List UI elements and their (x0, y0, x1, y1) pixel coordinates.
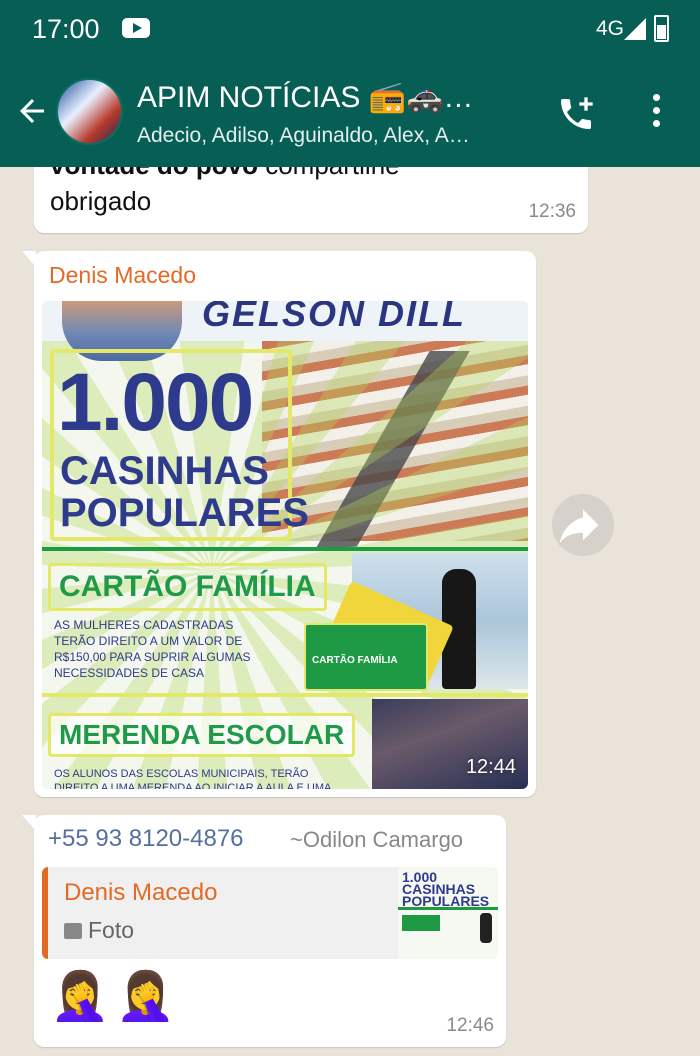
sender-name[interactable]: Denis Macedo (49, 262, 196, 289)
poster-divider (42, 693, 528, 697)
poster-card-text: AS MULHERES CADASTRADAS TERÃO DIREITO A … (54, 618, 251, 680)
poster-meal-text: OS ALUNOS DAS ESCOLAS MUNICIPAIS, TERÃO … (54, 768, 331, 789)
thumbnail-person (480, 913, 492, 943)
message-bubble[interactable]: vontade do povo compartilhe obrigado 12:… (34, 167, 588, 233)
group-title[interactable]: APIM NOTÍCIAS 📻🚓… (137, 80, 517, 115)
poster-line1: CASINHAS (60, 449, 269, 493)
thumbnail-divider (398, 907, 498, 910)
signal-icon (624, 18, 646, 40)
image-message-bubble[interactable]: Denis Macedo GELSON DILL 1.000 CASINHAS … (22, 251, 536, 797)
message-image[interactable]: GELSON DILL 1.000 CASINHAS POPULARES CAR… (42, 301, 528, 789)
thumbnail-card (402, 915, 440, 931)
status-bar: 17:00 4G (0, 0, 700, 60)
group-avatar[interactable] (56, 78, 123, 145)
quoted-thumbnail: 1.000 CASINHAS POPULARES (398, 867, 498, 959)
sender-push-name: ~Odilon Camargo (290, 827, 464, 852)
chat-header: APIM NOTÍCIAS 📻🚓… Adecio, Adilso, Aguina… (0, 60, 700, 167)
poster-card-title: CARTÃO FAMÍLIA (48, 563, 327, 611)
battery-icon (654, 15, 669, 42)
more-options-icon[interactable] (648, 94, 664, 134)
poster-meal-title: MERENDA ESCOLAR (48, 713, 356, 757)
thumbnail-text: 1.000 CASINHAS POPULARES (402, 869, 490, 909)
poster-line2: POPULARES (60, 491, 309, 535)
message-text: vontade do povo compartilhe obrigado (50, 167, 400, 216)
youtube-icon (122, 18, 150, 38)
poster-card-label: CARTÃO FAMÍLIA (312, 655, 398, 666)
back-arrow-icon[interactable] (14, 93, 50, 129)
network-type: 4G (596, 17, 625, 40)
message-emojis: 🤦‍♀️🤦‍♀️ (50, 970, 182, 1023)
poster-big-number: 1.000 (57, 357, 254, 448)
add-call-icon[interactable] (556, 94, 596, 134)
sender-phone[interactable]: +55 93 8120-4876 (48, 825, 244, 853)
status-time: 17:00 (32, 14, 100, 44)
message-time: 12:46 (446, 1015, 494, 1036)
message-time: 12:36 (528, 201, 576, 222)
forward-button[interactable] (552, 494, 614, 556)
group-members[interactable]: Adecio, Adilso, Aguinaldo, Alex, A… (137, 124, 532, 148)
poster-card-green: CARTÃO FAMÍLIA (304, 623, 428, 691)
reply-message-bubble[interactable]: +55 93 8120-4876 ~Odilon Camargo Denis M… (22, 815, 506, 1047)
photo-icon (64, 923, 82, 939)
quoted-type: Foto (88, 917, 135, 943)
message-time: 12:44 (465, 756, 516, 778)
quoted-message[interactable]: Denis Macedo Foto 1.000 CASINHAS POPULAR… (42, 867, 498, 959)
chat-area[interactable]: vontade do povo compartilhe obrigado 12:… (0, 167, 700, 1056)
poster-header: GELSON DILL (202, 301, 466, 334)
poster-divider (42, 547, 528, 551)
quote-bar (42, 867, 48, 959)
forward-icon (559, 509, 599, 544)
quoted-sender: Denis Macedo (64, 879, 218, 906)
